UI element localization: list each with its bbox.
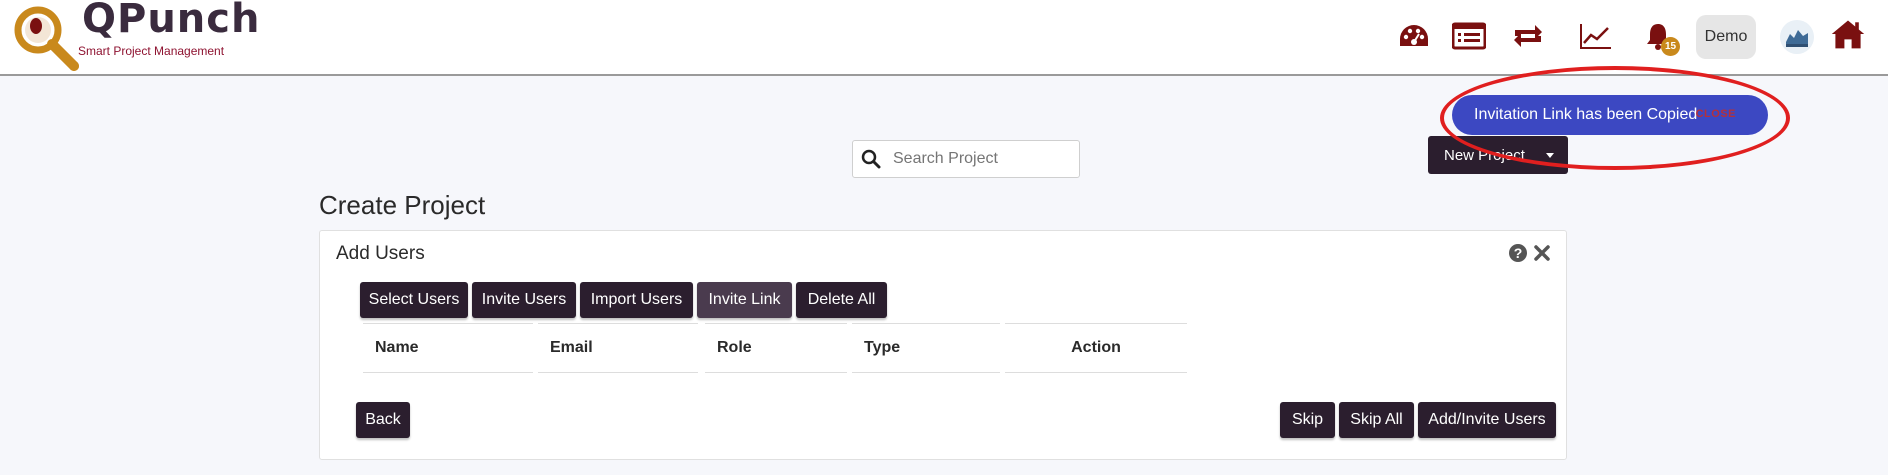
- skip-all-button[interactable]: Skip All: [1339, 402, 1414, 438]
- top-navbar: QPunch Smart Project Management 15 Demo: [0, 0, 1888, 76]
- svg-text:?: ?: [1514, 245, 1523, 261]
- tab-invite-link[interactable]: Invite Link: [697, 282, 792, 318]
- add-users-panel: Add Users ? Select Users Invite Users Im…: [319, 230, 1567, 460]
- brand-logo[interactable]: QPunch Smart Project Management: [8, 0, 259, 72]
- chart-line-icon[interactable]: [1578, 18, 1614, 54]
- tab-import-users[interactable]: Import Users: [580, 282, 693, 318]
- column-header-name: Name: [363, 323, 533, 373]
- sync-icon[interactable]: [1510, 18, 1546, 54]
- panel-tools: ?: [1508, 243, 1552, 263]
- tab-select-users[interactable]: Select Users: [360, 282, 468, 318]
- user-menu-button[interactable]: Demo: [1696, 15, 1756, 59]
- close-icon[interactable]: [1532, 243, 1552, 263]
- search-input[interactable]: [893, 150, 1073, 168]
- avatar[interactable]: [1780, 20, 1814, 54]
- page-title: Create Project: [319, 190, 486, 220]
- back-button[interactable]: Back: [356, 402, 410, 438]
- help-icon[interactable]: ?: [1508, 243, 1528, 263]
- column-header-role: Role: [705, 323, 847, 373]
- list-icon[interactable]: [1451, 18, 1487, 54]
- new-project-label: New Project: [1444, 146, 1525, 164]
- chevron-down-icon: [1546, 153, 1554, 158]
- tab-invite-users[interactable]: Invite Users: [472, 282, 576, 318]
- skip-button[interactable]: Skip: [1280, 402, 1335, 438]
- column-header-type: Type: [852, 323, 1000, 373]
- bell-icon[interactable]: 15: [1640, 18, 1680, 56]
- new-project-button[interactable]: New Project: [1428, 136, 1568, 174]
- tab-delete-all[interactable]: Delete All: [796, 282, 887, 318]
- toast-message: Invitation Link has been Copied: [1474, 106, 1698, 123]
- notification-count-badge: 15: [1661, 37, 1680, 56]
- search-icon: [861, 149, 885, 169]
- home-icon[interactable]: [1830, 16, 1866, 52]
- brand-name: QPunch: [82, 0, 261, 42]
- column-header-email: Email: [538, 323, 698, 373]
- magnifier-logo-icon: [14, 6, 79, 71]
- toast-notification: Invitation Link has been Copied CLOSE: [1452, 95, 1768, 135]
- panel-title: Add Users: [336, 243, 425, 264]
- search-box: [852, 140, 1080, 178]
- column-header-action: Action: [1005, 323, 1187, 373]
- brand-tagline: Smart Project Management: [78, 44, 225, 58]
- toast-close-button[interactable]: CLOSE: [1696, 108, 1736, 120]
- dashboard-icon[interactable]: [1396, 18, 1432, 54]
- add-invite-users-button[interactable]: Add/Invite Users: [1418, 402, 1556, 438]
